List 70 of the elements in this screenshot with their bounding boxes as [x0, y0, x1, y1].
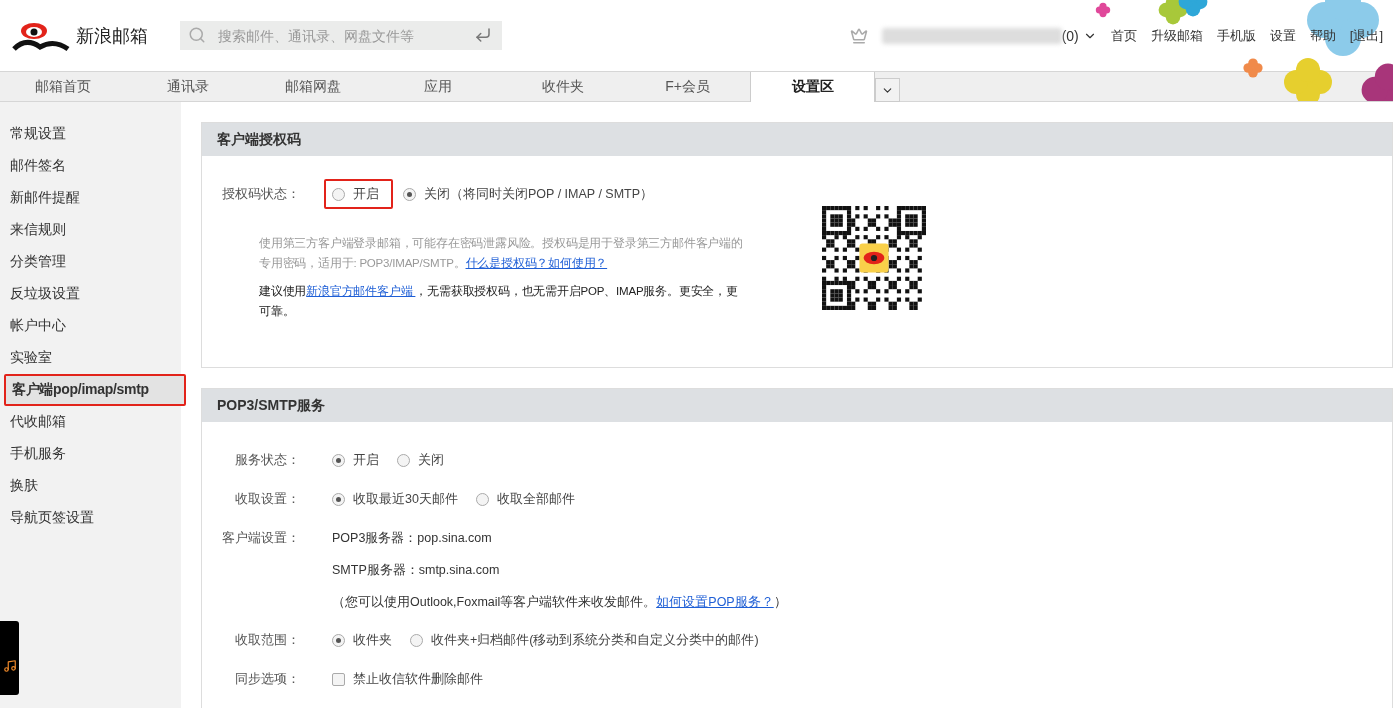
sidebar-item[interactable]: 常规设置 — [0, 118, 181, 150]
help-link[interactable]: 如何设置POP服务？ — [656, 595, 774, 609]
nav-tab[interactable]: 设置区 — [750, 72, 875, 102]
header-link[interactable]: 设置 — [1269, 26, 1296, 45]
field-label: 授权码状态： — [221, 186, 301, 203]
header-link[interactable]: 升级邮箱 — [1150, 26, 1203, 45]
nav-tab[interactable]: 收件夹 — [500, 72, 625, 102]
field-label: 收取范围： — [234, 632, 301, 649]
radio-option[interactable]: 收件夹 — [332, 630, 392, 650]
radio-button[interactable] — [332, 453, 345, 467]
sidebar-item[interactable]: 来信规则 — [0, 214, 181, 246]
logo-text: 新浪邮箱 — [76, 24, 148, 48]
sidebar-item[interactable]: 邮件签名 — [0, 150, 181, 182]
search-field[interactable]: 搜索邮件、通讯录、网盘文件等 — [180, 21, 502, 50]
radio-button[interactable] — [397, 453, 410, 467]
radio-button[interactable] — [475, 492, 489, 506]
tab-dropdown-button[interactable] — [875, 78, 900, 102]
sidebar-item[interactable]: 分类管理 — [0, 246, 181, 278]
header-link[interactable]: [退出] — [1349, 26, 1383, 45]
sidebar-item[interactable]: 代收邮箱 — [0, 406, 181, 438]
radio-button[interactable] — [332, 187, 345, 201]
nav-tab[interactable]: 应用 — [375, 72, 500, 102]
sidebar-item[interactable]: 实验室 — [0, 342, 181, 374]
sidebar-item[interactable]: 反垃圾设置 — [0, 278, 181, 310]
sidebar-item[interactable]: 客户端pop/imap/smtp — [4, 374, 186, 406]
checkbox[interactable] — [332, 672, 345, 686]
music-button[interactable] — [0, 621, 19, 695]
music-note-icon — [2, 659, 17, 673]
header-link[interactable]: 首页 — [1110, 26, 1137, 45]
note-paragraph: 建议使用新浪官方邮件客户端 ，无需获取授权码，也无需开启POP、IMAP服务。更安全，更可靠。 — [259, 284, 739, 319]
nav-tab[interactable]: 邮箱网盘 — [250, 72, 375, 102]
help-link[interactable]: 什么是授权码？如何使用？ — [465, 257, 608, 269]
section-title: 客户端授权码 — [202, 123, 1392, 156]
radio-option[interactable]: 开启 — [332, 450, 379, 470]
radio-button[interactable] — [332, 633, 345, 647]
checkbox-option[interactable]: 禁止收信软件删除邮件 — [332, 669, 483, 689]
crown-icon — [849, 26, 868, 45]
sidebar-item[interactable]: 换肤 — [0, 470, 181, 502]
field-label: 服务状态： — [234, 452, 301, 469]
sidebar-item[interactable]: 导航页签设置 — [0, 502, 181, 534]
search-icon — [188, 26, 206, 44]
note-paragraph: 使用第三方客户端登录邮箱，可能存在密码泄露风险。授权码是用于登录第三方邮件客户端的专用密码，适用于: POP3/IMAP/SMTP。什么是授权码？如何使用？ — [259, 236, 744, 271]
radio-option[interactable]: 开启 — [324, 179, 393, 209]
radio-button[interactable] — [410, 633, 423, 647]
radio-option[interactable]: 收件夹+归档邮件(移动到系统分类和自定义分类中的邮件) — [410, 630, 759, 650]
sidebar-item[interactable]: 新邮件提醒 — [0, 182, 181, 214]
help-link[interactable]: 新浪官方邮件客户端 — [306, 285, 416, 297]
sidebar-item[interactable]: 手机服务 — [0, 438, 181, 470]
radio-button[interactable] — [332, 492, 345, 506]
field-label: 收取设置： — [234, 491, 301, 508]
info-text: SMTP服务器：smtp.sina.com — [332, 562, 501, 579]
info-text: （您可以使用Outlook,Foxmail等客户端软件来收发邮件。如何设置POP服务？） — [332, 594, 787, 611]
radio-option[interactable]: 关闭 — [397, 450, 444, 470]
radio-option[interactable]: 关闭（将同时关闭POP / IMAP / SMTP） — [403, 184, 654, 204]
nav-tab[interactable]: 邮箱首页 — [0, 72, 125, 102]
sidebar-item[interactable]: 帐户中心 — [0, 310, 181, 342]
nav-tab[interactable]: F+会员 — [625, 72, 750, 102]
enter-icon[interactable] — [474, 26, 492, 44]
nav-tab[interactable]: 通讯录 — [125, 72, 250, 102]
qr-code-icon — [822, 206, 926, 310]
header-link[interactable]: 帮助 — [1309, 26, 1336, 45]
section-title: POP3/SMTP服务 — [202, 389, 1392, 422]
radio-button[interactable] — [403, 187, 416, 201]
account-count[interactable]: (0) — [1061, 27, 1079, 44]
field-label: 同步选项： — [234, 671, 301, 688]
info-text: POP3服务器：pop.sina.com — [332, 530, 493, 547]
radio-option[interactable]: 收取全部邮件 — [475, 489, 575, 509]
header-link[interactable]: 手机版 — [1216, 26, 1256, 45]
field-label: 客户端设置： — [221, 530, 301, 547]
radio-option[interactable]: 收取最近30天邮件 — [332, 489, 458, 509]
